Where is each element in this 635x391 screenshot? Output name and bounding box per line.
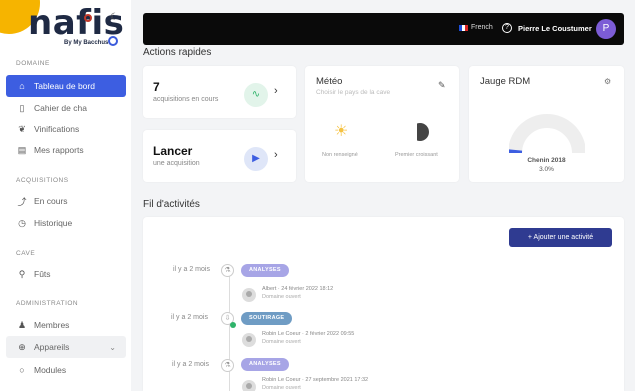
- sidebar-item-label: Historique: [34, 218, 73, 228]
- sidebar-item-label: Cahier de cha: [34, 103, 87, 113]
- sidebar-item-futs[interactable]: ⚲ Fûts: [6, 263, 126, 285]
- grape-icon: ❦: [18, 123, 26, 134]
- tag-analyses[interactable]: ANALYSES: [241, 358, 289, 371]
- sidebar-item-modules[interactable]: ○ Modules: [6, 359, 126, 381]
- sidebar-item-label: En cours: [34, 196, 68, 206]
- weather-caption: Non renseigné: [322, 152, 358, 158]
- avatar: [242, 288, 256, 302]
- language-selector[interactable]: French: [459, 24, 493, 31]
- acquisitions-card[interactable]: 7 acquisitions en cours ∿ ›: [143, 66, 296, 118]
- chevron-down-icon: ⌄: [109, 342, 116, 352]
- timeline-time: il y a 2 mois: [173, 266, 210, 273]
- play-icon: ▶: [244, 147, 268, 171]
- rdm-gauge: [509, 114, 585, 153]
- settings-icon[interactable]: ⚙: [604, 77, 611, 86]
- tag-soutirage[interactable]: SOUTIRAGE: [241, 312, 293, 325]
- sidebar-item-tableau-de-bord[interactable]: ⌂ Tableau de bord: [6, 75, 126, 97]
- sidebar-item-label: Membres: [34, 320, 70, 330]
- sidebar-item-label: Appareils: [34, 342, 70, 352]
- avatar: [242, 333, 256, 347]
- entry-domain: Domaine ouvert: [262, 339, 301, 345]
- sidebar-item-label: Tableau de bord: [34, 81, 95, 91]
- quick-actions-heading: Actions rapides: [143, 47, 212, 58]
- barrel-icon: ⚲: [18, 268, 26, 279]
- sidebar-item-membres[interactable]: ♟ Membres: [6, 314, 126, 336]
- pulse-icon: ∿: [244, 83, 268, 107]
- avatar: [242, 380, 256, 391]
- sidebar-item-historique[interactable]: ◷ Historique: [6, 212, 126, 234]
- acquisitions-subtitle: acquisitions en cours: [153, 96, 219, 103]
- sidebar-item-appareils[interactable]: ⊕ Appareils ⌄: [6, 336, 126, 358]
- sidebar-item-vinifications[interactable]: ❦ Vinifications: [6, 118, 126, 140]
- module-icon: ○: [19, 365, 25, 375]
- user-name[interactable]: Pierre Le Coustumer: [518, 24, 592, 33]
- book-icon: ▯: [19, 102, 25, 113]
- timeline-time: il y a 2 mois: [171, 314, 208, 321]
- chevron-right-icon: ›: [274, 85, 278, 97]
- feed-heading: Fil d'activités: [143, 199, 200, 210]
- users-icon: ♟: [17, 319, 27, 330]
- report-icon: ▤: [17, 144, 27, 155]
- timeline-time: il y a 2 mois: [172, 361, 209, 368]
- trend-icon: ⤴: [17, 196, 27, 207]
- moon-caption: Premier croissant: [395, 152, 438, 158]
- home-icon: ⌂: [19, 81, 25, 91]
- device-icon: ⊕: [18, 341, 26, 352]
- sidebar-item-cahier[interactable]: ▯ Cahier de cha: [6, 97, 126, 119]
- theme-toggle-icon[interactable]: [108, 36, 118, 46]
- sidebar-item-en-cours[interactable]: ⤴ En cours: [6, 190, 126, 212]
- entry-meta: Robin Le Coeur · 27 septembre 2021 17:32: [262, 377, 369, 383]
- rdm-title: Jauge RDM: [480, 76, 531, 87]
- timeline-line: [229, 270, 230, 391]
- rdm-value: 3.0%: [539, 166, 554, 173]
- flask-icon: ⚗: [221, 359, 234, 372]
- meteo-card: Météo Choisir le pays de la cave ✎ ☀ Non…: [305, 66, 459, 182]
- help-icon[interactable]: ?: [502, 23, 512, 33]
- gauge-track: [509, 114, 585, 153]
- check-badge-icon: [230, 322, 236, 328]
- sidebar-item-rapports[interactable]: ▤ Mes rapports: [6, 139, 126, 161]
- sidebar-item-label: Fûts: [34, 269, 51, 279]
- sidebar-item-label: Mes rapports: [34, 145, 84, 155]
- launch-subtitle: une acquisition: [153, 160, 200, 167]
- entry-domain: Domaine ouvert: [262, 385, 301, 391]
- entry-meta: Albert · 24 février 2022 18:12: [262, 286, 334, 292]
- entry-domain: Domaine ouvert: [262, 294, 301, 300]
- chevron-right-icon: ›: [274, 149, 278, 161]
- entry-meta: Robin Le Coeur · 2 février 2022 09:55: [262, 331, 355, 337]
- logo-target-icon: [84, 14, 92, 22]
- launch-acquisition-card[interactable]: Lancer une acquisition ▶ ›: [143, 130, 296, 182]
- sidebar: nafis By My Bacchus ☾ DOMAINE ⌂ Tableau …: [0, 0, 131, 391]
- rdm-label: Chenin 2018: [527, 157, 566, 164]
- dark-mode-icon[interactable]: ☾: [110, 12, 119, 23]
- french-flag-icon: [459, 24, 468, 31]
- moon-phase-icon: [417, 123, 429, 141]
- acquisitions-count: 7: [153, 80, 160, 94]
- meteo-subtitle: Choisir le pays de la cave: [316, 89, 391, 96]
- avatar[interactable]: P: [596, 19, 616, 39]
- launch-title: Lancer: [153, 144, 193, 158]
- language-label: French: [471, 24, 493, 31]
- rdm-card: Jauge RDM ⚙ Chenin 2018 3.0%: [469, 66, 624, 182]
- add-activity-button[interactable]: + Ajouter une activité: [509, 228, 612, 247]
- sidebar-item-label: Vinifications: [34, 124, 80, 134]
- flask-icon: ⚗: [221, 264, 234, 277]
- sun-icon: ☀: [334, 123, 349, 140]
- clock-icon: ◷: [18, 217, 26, 228]
- pencil-icon[interactable]: ✎: [438, 80, 446, 91]
- section-acquisitions: ACQUISITIONS: [16, 177, 69, 184]
- section-domaine: DOMAINE: [16, 60, 50, 67]
- logo-subtitle: By My Bacchus: [64, 40, 109, 46]
- top-bar: French ? Pierre Le Coustumer P: [143, 13, 624, 45]
- section-administration: ADMINISTRATION: [16, 300, 79, 307]
- meteo-title: Météo: [316, 76, 343, 87]
- sidebar-item-label: Modules: [34, 365, 67, 375]
- section-cave: CAVE: [16, 250, 36, 257]
- tag-analyses[interactable]: ANALYSES: [241, 264, 289, 277]
